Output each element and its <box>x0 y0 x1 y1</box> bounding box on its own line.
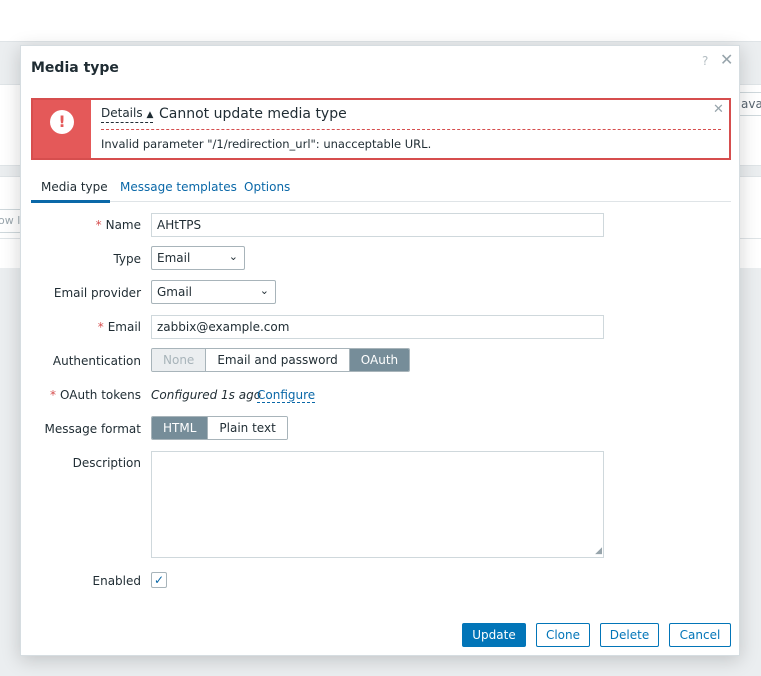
type-select[interactable]: Email ⌄ <box>151 246 245 270</box>
oauth-tokens-label-text: OAuth tokens <box>60 388 141 402</box>
error-close-icon[interactable]: ✕ <box>713 102 724 117</box>
required-marker: * <box>97 320 104 334</box>
resize-handle-icon[interactable]: ◢ <box>595 547 602 556</box>
chevron-down-icon: ⌄ <box>228 250 238 263</box>
caret-up-icon: ▲ <box>146 110 154 120</box>
background-right-text: ava <box>741 97 761 111</box>
error-detail-text: Invalid parameter "/1/redirection_url": … <box>101 137 432 151</box>
clone-button[interactable]: Clone <box>536 623 590 647</box>
active-tab-indicator <box>31 200 110 203</box>
chevron-down-icon: ⌄ <box>259 284 269 297</box>
type-select-value: Email <box>157 251 191 265</box>
dialog-title: Media type <box>31 60 119 76</box>
auth-option-oauth[interactable]: OAuth <box>348 349 410 371</box>
error-icon-area: ! <box>33 100 91 158</box>
enabled-checkbox[interactable]: ✓ <box>151 572 167 588</box>
error-details-label: Details <box>101 106 143 120</box>
email-provider-select[interactable]: Gmail ⌄ <box>151 280 276 304</box>
format-option-plain-text[interactable]: Plain text <box>207 417 287 439</box>
tab-message-templates[interactable]: Message templates <box>120 180 237 194</box>
tab-media-type[interactable]: Media type <box>41 180 108 194</box>
help-icon[interactable]: ? <box>702 54 708 68</box>
tab-bar: Media type Message templates Options <box>31 174 731 203</box>
email-provider-value: Gmail <box>157 285 193 299</box>
auth-option-email-password[interactable]: Email and password <box>205 349 349 371</box>
cancel-button[interactable]: Cancel <box>669 623 731 647</box>
authentication-label: Authentication <box>52 354 141 368</box>
oauth-status-text: Configured 1s ago <box>151 388 262 402</box>
name-input[interactable]: AHtTPS <box>151 213 604 237</box>
error-message-box: ! Details ▲ Cannot update media type Inv… <box>31 98 731 160</box>
email-provider-label: Email provider <box>53 286 141 300</box>
dialog-close-icon[interactable]: ✕ <box>720 50 733 69</box>
error-details-toggle[interactable]: Details ▲ <box>101 106 154 123</box>
authentication-toggle: None Email and password OAuth <box>151 348 411 372</box>
description-textarea[interactable]: ◢ <box>151 451 604 558</box>
error-title: Cannot update media type <box>159 106 347 122</box>
name-label: * Name <box>21 218 141 232</box>
auth-option-none[interactable]: None <box>152 349 206 371</box>
error-separator <box>101 129 721 130</box>
email-input[interactable]: zabbix@example.com <box>151 315 604 339</box>
name-label-text: Name <box>105 218 141 232</box>
enabled-label: Enabled <box>92 574 142 588</box>
error-icon: ! <box>50 110 74 134</box>
delete-button[interactable]: Delete <box>600 623 659 647</box>
type-label: Type <box>113 252 141 266</box>
email-label-text: Email <box>107 320 141 334</box>
oauth-tokens-label: * OAuth tokens <box>21 388 141 402</box>
required-marker: * <box>50 388 57 402</box>
email-label: * Email <box>21 320 141 334</box>
background-header <box>0 0 761 42</box>
update-button[interactable]: Update <box>462 623 526 647</box>
tab-options[interactable]: Options <box>244 180 290 194</box>
message-format-label: Message format <box>44 422 141 436</box>
description-label: Description <box>72 456 141 470</box>
required-marker: * <box>95 218 102 232</box>
format-option-html[interactable]: HTML <box>152 417 208 439</box>
configure-link[interactable]: Configure <box>257 388 316 403</box>
message-format-toggle: HTML Plain text <box>151 416 288 440</box>
media-type-dialog: Media type ? ✕ ! Details ▲ Cannot update… <box>20 45 740 656</box>
